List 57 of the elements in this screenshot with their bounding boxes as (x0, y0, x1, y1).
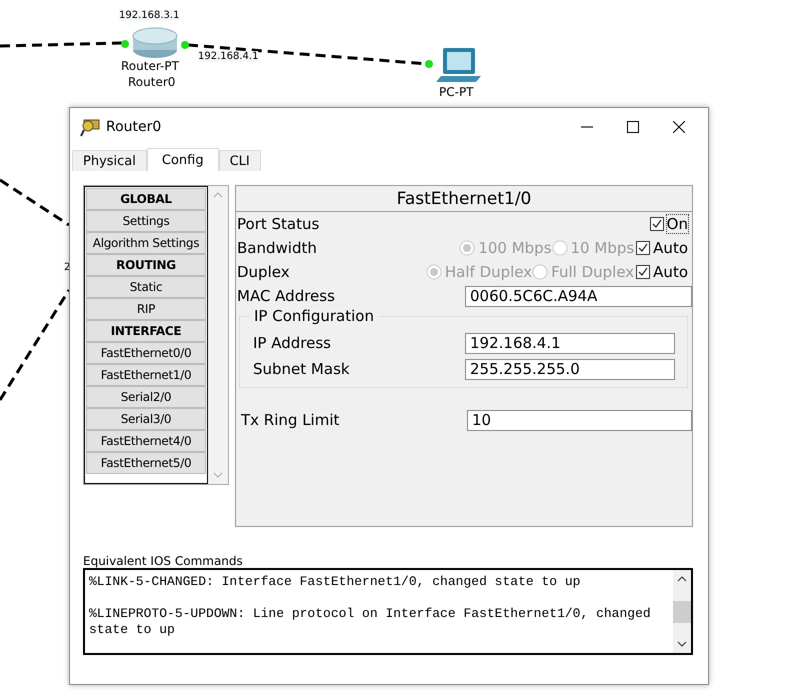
port-dot (181, 41, 189, 49)
ip-label: 192.168.4.1 (198, 51, 258, 62)
option-label: 10 Mbps (570, 239, 634, 257)
section-heading[interactable]: ROUTING (86, 254, 206, 276)
tab[interactable]: Physical (72, 150, 147, 171)
device-label: Router-PT (121, 59, 179, 73)
field-label: Duplex (236, 263, 290, 281)
close-icon[interactable] (673, 121, 685, 133)
input-field[interactable]: 192.168.4.1 (465, 332, 675, 354)
checkbox-label: Auto (653, 239, 688, 257)
window-title: Router0 (106, 119, 162, 135)
router-icon (132, 28, 178, 58)
field-label: Subnet Mask (252, 360, 350, 378)
field-label: IP Address (252, 334, 331, 352)
input-field[interactable]: 0060.5C6C.A94A (465, 286, 692, 306)
sidebar-item[interactable]: Serial2/0 (86, 386, 206, 408)
tab[interactable]: Config (146, 148, 219, 171)
sidebar-item[interactable]: RIP (86, 298, 206, 320)
input-field[interactable]: 255.255.255.0 (465, 358, 675, 380)
section-heading[interactable]: INTERFACE (86, 320, 206, 342)
sidebar-item[interactable]: FastEthernet5/0 (86, 452, 206, 474)
sidebar-item[interactable]: Static (86, 276, 206, 298)
field-label: Port Status (236, 215, 320, 233)
option-label: 100 Mbps (478, 239, 552, 257)
tab[interactable]: CLI (218, 150, 261, 171)
scroll-up-icon[interactable] (677, 576, 687, 582)
option-label: Half Duplex (444, 263, 532, 281)
group-title: IP Configuration (250, 307, 378, 325)
port-dot (425, 60, 433, 68)
sidebar-item[interactable]: Serial3/0 (86, 408, 206, 430)
sidebar-item[interactable]: FastEthernet4/0 (86, 430, 206, 452)
input-field[interactable]: 10 (467, 410, 692, 430)
sidebar-item[interactable]: Algorithm Settings (86, 232, 206, 254)
scrollbar[interactable] (673, 570, 691, 653)
maximize-icon[interactable] (627, 121, 639, 133)
option-label: Full Duplex (551, 263, 634, 281)
sidebar-item[interactable]: FastEthernet0/0 (86, 342, 206, 364)
port-dot (121, 40, 129, 48)
field-label: Tx Ring Limit (240, 411, 340, 429)
console-message: %LINEPROTO-5-UPDOWN: Line protocol on Interface FastEthernet1/0, changed state to up (89, 606, 652, 638)
device-label: PC-PT (439, 85, 474, 99)
sidebar-item[interactable]: FastEthernet1/0 (86, 364, 206, 386)
scroll-thumb[interactable] (673, 600, 691, 622)
checkbox[interactable] (650, 217, 664, 231)
checkbox-label: Auto (653, 263, 688, 281)
cable-line (0, 178, 70, 226)
scroll-down-icon[interactable] (677, 641, 687, 647)
sidebar-item[interactable]: Settings (86, 210, 206, 232)
console-label: Equivalent IOS Commands (83, 554, 244, 568)
checkbox-label: On (666, 215, 688, 233)
computer-icon (436, 48, 481, 82)
console-message: %LINK-5-CHANGED: Interface FastEthernet1/0, changed state to up (89, 574, 582, 590)
ip-label: 192.168.3.1 (119, 10, 180, 21)
section-heading[interactable]: GLOBAL (86, 188, 206, 210)
field-label: MAC Address (236, 287, 335, 305)
device-label: Router0 (128, 75, 176, 89)
field-label: Bandwidth (236, 239, 317, 257)
